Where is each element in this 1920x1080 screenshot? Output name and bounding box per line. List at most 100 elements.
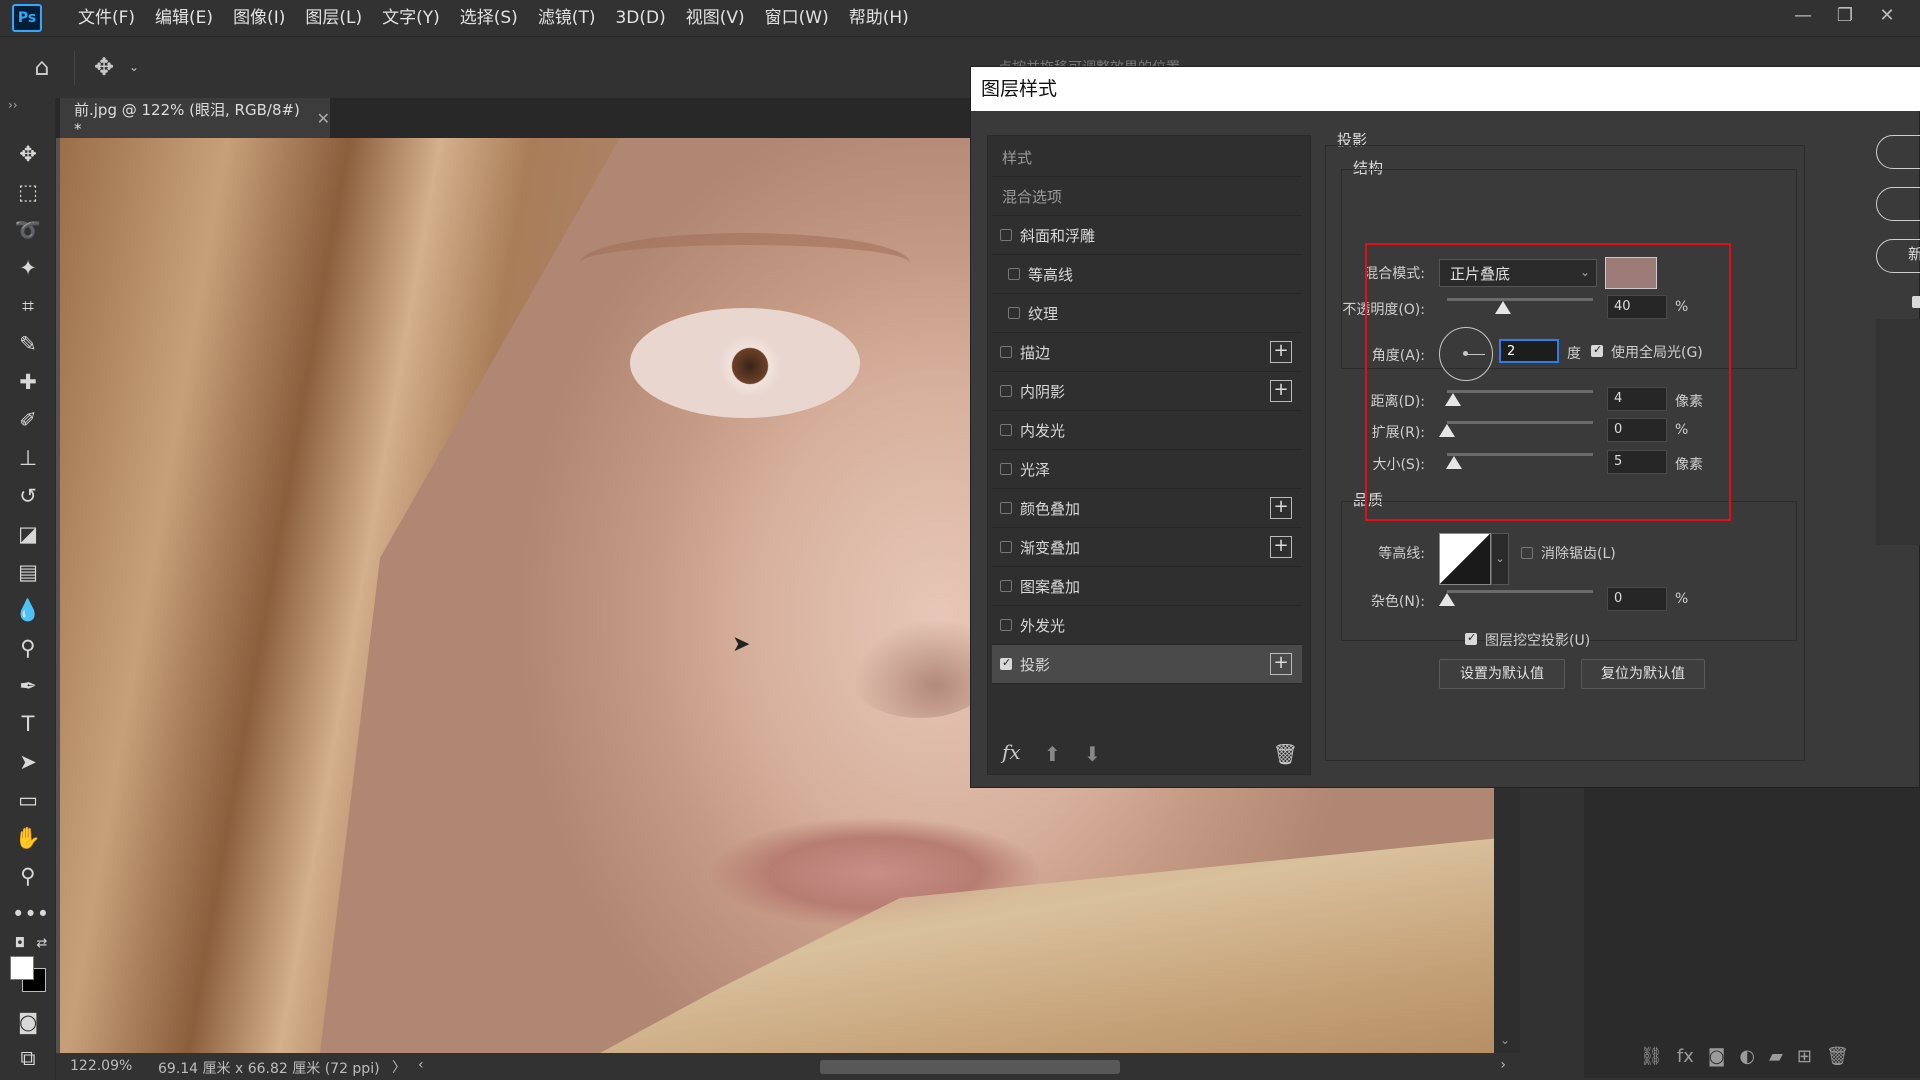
- knockout-checkbox[interactable]: [1465, 631, 1477, 645]
- checkbox[interactable]: [1000, 424, 1012, 436]
- fx-menu-icon[interactable]: fx: [1002, 740, 1021, 764]
- checkbox[interactable]: [1008, 268, 1020, 280]
- folder-icon[interactable]: ▰: [1769, 1046, 1783, 1067]
- style-inner-shadow[interactable]: 内阴影 +: [992, 372, 1302, 411]
- adjustment-layer-icon[interactable]: ◐: [1739, 1046, 1755, 1067]
- zoom-level[interactable]: 122.09%: [70, 1058, 132, 1074]
- style-inner-glow[interactable]: 内发光: [992, 411, 1302, 450]
- collapse-icon[interactable]: ››: [8, 98, 18, 112]
- status-menu-icon[interactable]: 〉: [392, 1057, 406, 1077]
- menu-select[interactable]: 选择(S): [450, 0, 528, 36]
- noise-slider-thumb[interactable]: [1439, 593, 1455, 606]
- link-layers-icon[interactable]: ⛓: [1640, 1046, 1663, 1067]
- add-style-icon[interactable]: +: [1270, 536, 1292, 558]
- crop-icon[interactable]: ⌗: [12, 290, 44, 322]
- blur-icon[interactable]: 💧: [12, 594, 44, 626]
- move-tool-icon[interactable]: ✥: [88, 51, 120, 83]
- checkbox[interactable]: [1000, 541, 1012, 553]
- minimize-icon[interactable]: —: [1782, 5, 1824, 26]
- lasso-icon[interactable]: ➰: [12, 214, 44, 246]
- menu-3d[interactable]: 3D(D): [605, 0, 675, 36]
- eyedropper-icon[interactable]: ✎: [12, 328, 44, 360]
- style-contour[interactable]: 等高线: [992, 255, 1302, 294]
- menu-window[interactable]: 窗口(W): [755, 0, 839, 36]
- rectangle-icon[interactable]: ▭: [12, 784, 44, 816]
- delete-effect-icon[interactable]: 🗑: [1273, 742, 1298, 766]
- menu-image[interactable]: 图像(I): [223, 0, 295, 36]
- blending-options[interactable]: 混合选项: [992, 177, 1302, 216]
- anti-alias-checkbox[interactable]: [1521, 547, 1533, 559]
- style-gradient-overlay[interactable]: 渐变叠加 +: [992, 528, 1302, 567]
- contour-preview[interactable]: [1439, 533, 1491, 585]
- restore-icon[interactable]: ❐: [1824, 5, 1866, 26]
- checkbox[interactable]: [1008, 307, 1020, 319]
- menu-edit[interactable]: 编辑(E): [145, 0, 223, 36]
- stamp-icon[interactable]: ⊥: [12, 442, 44, 474]
- style-pattern-overlay[interactable]: 图案叠加: [992, 567, 1302, 606]
- history-brush-icon[interactable]: ↺: [12, 480, 44, 512]
- home-icon[interactable]: ⌂: [26, 51, 58, 83]
- zoom-icon[interactable]: ⚲: [12, 860, 44, 892]
- checkbox[interactable]: [1000, 385, 1012, 397]
- checkbox[interactable]: [1000, 502, 1012, 514]
- menu-filter[interactable]: 滤镜(T): [528, 0, 606, 36]
- pen-icon[interactable]: ✒: [12, 670, 44, 702]
- eraser-icon[interactable]: ◪: [12, 518, 44, 550]
- menu-help[interactable]: 帮助(H): [839, 0, 919, 36]
- checkbox[interactable]: [1000, 619, 1012, 631]
- checkbox[interactable]: [1000, 229, 1012, 241]
- brush-icon[interactable]: ✐: [12, 404, 44, 436]
- noise-slider[interactable]: [1447, 590, 1593, 593]
- style-drop-shadow[interactable]: 投影 +: [992, 645, 1302, 684]
- document-tab[interactable]: 前.jpg @ 122% (眼泪, RGB/8#) * ✕: [60, 98, 330, 138]
- add-style-icon[interactable]: +: [1270, 653, 1292, 675]
- menu-view[interactable]: 视图(V): [676, 0, 755, 36]
- preview-checkbox[interactable]: [1912, 296, 1920, 308]
- make-default-button[interactable]: 设置为默认值: [1439, 659, 1565, 689]
- add-style-icon[interactable]: +: [1270, 380, 1292, 402]
- checkbox[interactable]: [1000, 346, 1012, 358]
- noise-input[interactable]: 0: [1607, 587, 1667, 611]
- scroll-left-icon[interactable]: ‹: [418, 1057, 424, 1073]
- menu-layer[interactable]: 图层(L): [295, 0, 372, 36]
- quick-mask-icon[interactable]: ◙: [12, 1006, 44, 1038]
- menu-file[interactable]: 文件(F): [68, 0, 145, 36]
- healing-brush-icon[interactable]: ✚: [12, 366, 44, 398]
- contour-dropdown-icon[interactable]: ⌄: [1491, 533, 1509, 585]
- trash-icon[interactable]: 🗑: [1826, 1046, 1849, 1067]
- checkbox[interactable]: [1000, 580, 1012, 592]
- style-outer-glow[interactable]: 外发光: [992, 606, 1302, 645]
- ok-button[interactable]: [1876, 135, 1920, 169]
- move-up-icon[interactable]: ⬆: [1044, 742, 1061, 766]
- close-icon[interactable]: ✕: [1866, 5, 1908, 26]
- style-satin[interactable]: 光泽: [992, 450, 1302, 489]
- scroll-down-icon[interactable]: ⌄: [1500, 1033, 1510, 1047]
- checkbox[interactable]: [1000, 656, 1012, 670]
- magic-wand-icon[interactable]: ✦: [12, 252, 44, 284]
- checkbox[interactable]: [1000, 463, 1012, 475]
- new-layer-icon[interactable]: ⊞: [1797, 1046, 1812, 1067]
- fx-icon[interactable]: fx: [1677, 1046, 1694, 1067]
- style-bevel-emboss[interactable]: 斜面和浮雕: [992, 216, 1302, 255]
- screen-mode-icon[interactable]: ⧉: [12, 1042, 44, 1074]
- more-tools-icon[interactable]: •••: [12, 898, 49, 930]
- style-color-overlay[interactable]: 颜色叠加 +: [992, 489, 1302, 528]
- foreground-color[interactable]: [10, 956, 34, 980]
- style-texture[interactable]: 纹理: [992, 294, 1302, 333]
- horizontal-scrollbar-thumb[interactable]: [820, 1060, 1120, 1074]
- hand-icon[interactable]: ✋: [12, 822, 44, 854]
- path-selection-icon[interactable]: ➤: [12, 746, 44, 778]
- close-tab-icon[interactable]: ✕: [317, 109, 330, 128]
- styles-header[interactable]: 样式: [992, 138, 1302, 177]
- scroll-right-icon[interactable]: ›: [1500, 1057, 1506, 1073]
- add-style-icon[interactable]: +: [1270, 497, 1292, 519]
- move-down-icon[interactable]: ⬇: [1084, 742, 1101, 766]
- chevron-down-icon[interactable]: ⌄: [118, 51, 150, 83]
- marquee-icon[interactable]: ⬚: [12, 176, 44, 208]
- add-style-icon[interactable]: +: [1270, 341, 1292, 363]
- gradient-icon[interactable]: ▤: [12, 556, 44, 588]
- add-mask-icon[interactable]: ◙: [1708, 1046, 1725, 1067]
- reset-default-button[interactable]: 复位为默认值: [1581, 659, 1705, 689]
- menu-type[interactable]: 文字(Y): [372, 0, 450, 36]
- dodge-icon[interactable]: ⚲: [12, 632, 44, 664]
